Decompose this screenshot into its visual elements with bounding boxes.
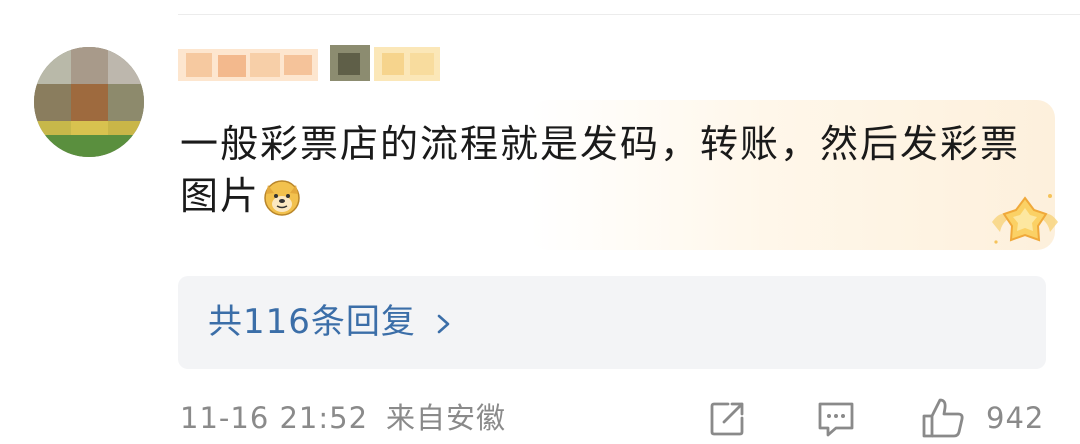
avatar[interactable]	[34, 47, 144, 157]
doge-emoji-icon	[262, 177, 302, 217]
comment-timestamp: 11-16 21:52	[180, 401, 369, 435]
top-divider	[178, 14, 1080, 15]
comment-icon[interactable]	[816, 400, 856, 438]
share-icon[interactable]	[708, 400, 746, 438]
comment-text-content: 一般彩票店的流程就是发码，转账，然后发彩票图片	[180, 122, 1021, 218]
star-badge-icon	[988, 188, 1062, 254]
chevron-right-icon	[436, 314, 452, 334]
like-count: 942	[986, 401, 1045, 435]
thumbs-up-icon[interactable]	[920, 396, 966, 440]
comment-location: 来自安徽	[386, 401, 507, 435]
comment-text: 一般彩票店的流程就是发码，转账，然后发彩票图片	[180, 118, 1020, 222]
replies-count-label[interactable]: 共116条回复	[208, 298, 416, 346]
comment-footer: 11-16 21:52 来自安徽 942	[180, 398, 1080, 438]
view-replies-button[interactable]: 共116条回复	[178, 276, 1046, 369]
username-blurred[interactable]	[178, 45, 443, 85]
